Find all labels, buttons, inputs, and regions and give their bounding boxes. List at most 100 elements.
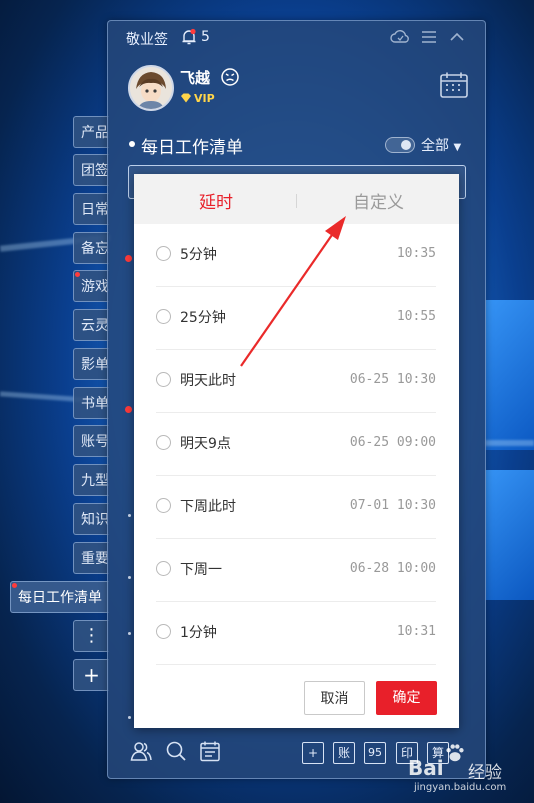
radio-button[interactable] (156, 309, 171, 324)
contacts-icon[interactable] (130, 740, 152, 762)
chevron-down-icon: ▼ (453, 142, 462, 153)
sidebar-tab-label: 备忘 (81, 241, 109, 257)
sidebar-tab-active[interactable]: 每日工作清单 (10, 581, 109, 613)
sidebar-tab[interactable]: 游戏 (73, 270, 109, 302)
sidebar-tab[interactable]: 云灵 (73, 309, 109, 341)
avatar[interactable] (128, 65, 174, 111)
add-note-button[interactable]: + (302, 742, 324, 764)
baidu-jingyan-watermark: Bai 经验 jingyan.baidu.com (408, 738, 528, 800)
add-tab-button[interactable]: + (73, 659, 109, 691)
filter-dropdown[interactable]: 全部 ▼ (421, 135, 461, 155)
list-bullet (128, 632, 131, 635)
sidebar-tab-label: 账号 (81, 434, 109, 450)
tab-divider (296, 194, 297, 208)
option-time: 10:55 (396, 309, 436, 324)
sidebar-tab-label: 影单 (81, 357, 109, 373)
radio-button[interactable] (156, 246, 171, 261)
notification-count: 5 (201, 29, 210, 45)
sidebar-tab-label: 书单 (81, 396, 109, 412)
ledger-button[interactable]: 账 (333, 742, 355, 764)
desktop-window-pane (485, 300, 534, 450)
option-label: 明天此时 (180, 373, 236, 389)
search-icon[interactable] (165, 740, 187, 762)
calendar-list-icon[interactable] (199, 740, 221, 762)
vip-badge: VIP (194, 92, 215, 105)
sidebar-tab-label: 九型 (81, 473, 109, 489)
watermark-brand: Bai (408, 756, 444, 780)
radio-button[interactable] (156, 498, 171, 513)
profile-header: 飞越 VIP (108, 57, 485, 123)
desktop-light-streak (485, 440, 534, 446)
sidebar-tab[interactable]: 影单 (73, 348, 109, 380)
sidebar-tab[interactable]: 备忘 (73, 232, 109, 264)
option-label: 下周此时 (180, 499, 236, 515)
delay-option[interactable]: 下周此时 07-01 10:30 (156, 476, 436, 539)
option-label: 25分钟 (180, 310, 226, 326)
tab-custom[interactable]: 自定义 (353, 188, 404, 213)
option-label: 5分钟 (180, 247, 217, 263)
unread-dot (12, 583, 17, 588)
filter-label: 全部 (421, 138, 449, 154)
option-time: 06-28 10:00 (349, 561, 436, 576)
sidebar-tab[interactable]: 重要 (73, 542, 109, 574)
reminder-dot (125, 255, 132, 262)
cloud-sync-icon[interactable] (390, 28, 410, 46)
option-time: 10:31 (396, 624, 436, 639)
reminder-dot (125, 406, 132, 413)
sidebar-tab[interactable]: 日常 (73, 193, 109, 225)
option-label: 明天9点 (180, 436, 231, 452)
radio-button[interactable] (156, 372, 171, 387)
emoji-status-icon[interactable] (220, 67, 240, 87)
delay-option[interactable]: 明天9点 06-25 09:00 (156, 413, 436, 476)
option-label: 下周一 (180, 562, 222, 578)
sidebar-tab-label: 云灵 (81, 318, 109, 334)
diamond-icon (181, 93, 191, 103)
sidebar-tab[interactable]: 知识 (73, 503, 109, 535)
option-time: 06-25 10:30 (349, 372, 436, 387)
sidebar-tab-label: 重要 (81, 551, 109, 567)
option-time: 06-25 09:00 (349, 435, 436, 450)
sidebar-tab[interactable]: 产品 (73, 116, 109, 148)
bell-icon[interactable] (180, 28, 198, 46)
sidebar-tab[interactable]: 九型 (73, 464, 109, 496)
delay-option[interactable]: 5分钟 10:35 (156, 224, 436, 287)
delay-option[interactable]: 明天此时 06-25 10:30 (156, 350, 436, 413)
list-bullet (128, 716, 131, 719)
more-tabs-button[interactable]: ⋮ (73, 620, 109, 652)
unread-dot (75, 272, 80, 277)
option-label: 1分钟 (180, 625, 217, 641)
tab-delay[interactable]: 延时 (199, 188, 233, 213)
list-bullet (128, 514, 131, 517)
delay-option[interactable]: 下周一 06-28 10:00 (156, 539, 436, 602)
username: 飞越 (180, 69, 211, 87)
radio-button[interactable] (156, 435, 171, 450)
radio-button[interactable] (156, 624, 171, 639)
count-button[interactable]: 95 (364, 742, 386, 764)
sidebar-tab-label: 团签 (81, 163, 109, 179)
sidebar-tab[interactable]: 团签 (73, 154, 109, 186)
option-time: 07-01 10:30 (349, 498, 436, 513)
sidebar-tab-label: 产品 (81, 125, 109, 141)
sidebar-tab-label: 知识 (81, 512, 109, 528)
watermark-url: jingyan.baidu.com (414, 782, 507, 793)
cancel-button[interactable]: 取消 (304, 681, 365, 715)
calendar-icon[interactable] (439, 71, 469, 99)
paw-logo-icon (446, 744, 464, 762)
list-bullet (128, 576, 131, 579)
radio-button[interactable] (156, 561, 171, 576)
menu-icon[interactable] (419, 28, 439, 46)
title-bar: 敬业签 5 (108, 21, 485, 55)
dialog-tabs: 延时 自定义 (134, 174, 459, 224)
sidebar-tab-label: 日常 (81, 202, 109, 218)
sidebar-tab[interactable]: 账号 (73, 425, 109, 457)
sidebar-tab[interactable]: 书单 (73, 387, 109, 419)
option-time: 10:35 (396, 246, 436, 261)
show-completed-toggle[interactable] (385, 137, 415, 153)
confirm-button[interactable]: 确定 (376, 681, 437, 715)
delay-option[interactable]: 25分钟 10:55 (156, 287, 436, 350)
desktop-window-pane (485, 470, 534, 600)
sidebar-tab-label: 游戏 (81, 279, 109, 295)
reminder-delay-dialog: 延时 自定义 5分钟 10:35 25分钟 10:55 明天此时 06-25 1… (134, 174, 459, 728)
collapse-icon[interactable] (447, 28, 467, 46)
delay-option[interactable]: 1分钟 10:31 (156, 602, 436, 665)
